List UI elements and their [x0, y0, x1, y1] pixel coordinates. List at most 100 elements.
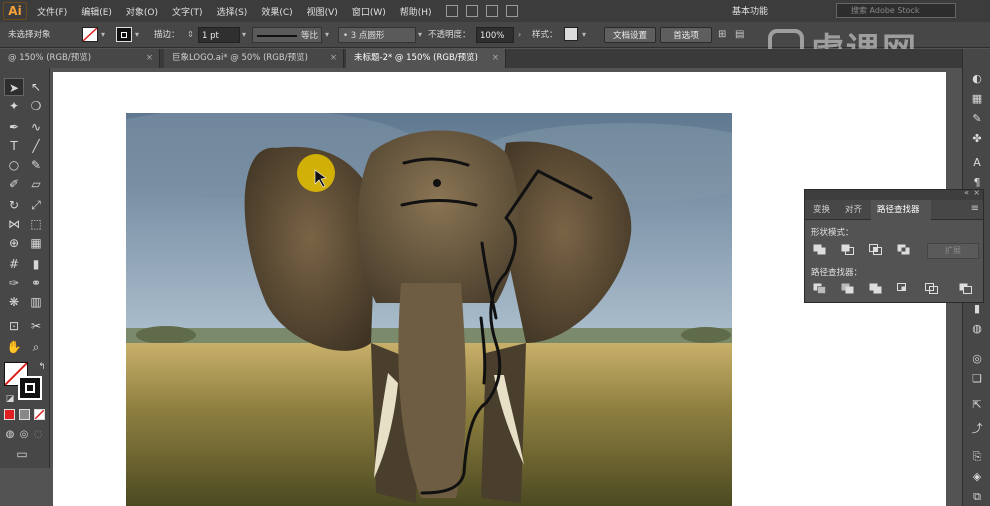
gpu-performance-icon[interactable]	[505, 5, 518, 17]
stroke-color-widget[interactable]	[18, 376, 42, 400]
symbols-panel-icon[interactable]: ✤	[969, 131, 985, 147]
panel-menu-icon[interactable]: ≡	[971, 203, 979, 214]
minus-front-icon[interactable]	[841, 244, 854, 255]
color-mode-icon[interactable]	[4, 409, 15, 420]
draw-inside-icon[interactable]: ◌	[28, 426, 48, 444]
swatches-panel-icon[interactable]: ▦	[969, 91, 985, 107]
swap-fill-stroke-icon[interactable]: ↰	[32, 358, 52, 376]
expand-button[interactable]: 扩展	[927, 243, 979, 259]
scale-tool-icon[interactable]: ⤢	[26, 196, 46, 214]
brush-definition[interactable]: • 3 点圆形	[338, 27, 416, 43]
slice-tool-icon[interactable]: ✂	[26, 317, 46, 335]
hand-tool-icon[interactable]: ✋	[4, 338, 24, 356]
gradient-tool-icon[interactable]: ▮	[26, 255, 46, 273]
tab-align[interactable]: 对齐	[839, 200, 868, 220]
menu-window[interactable]: 窗口(W)	[352, 5, 386, 18]
asset-export-icon[interactable]: ⇱	[969, 397, 985, 413]
opacity-input[interactable]: 100%	[476, 27, 514, 43]
menu-effect[interactable]: 效果(C)	[261, 5, 292, 18]
tab-document-2[interactable]: 巨象LOGO.ai* @ 50% (RGB/预览) ×	[164, 49, 344, 68]
bridge-icon[interactable]	[445, 5, 458, 17]
none-mode-icon[interactable]	[34, 409, 45, 420]
arrange-documents-icon[interactable]	[485, 5, 498, 17]
blend-tool-icon[interactable]: ⚭	[26, 274, 46, 292]
gradient-panel-icon[interactable]: ▮	[969, 301, 985, 317]
opacity-arrow-icon[interactable]: ›	[518, 27, 521, 43]
crop-icon[interactable]	[897, 283, 910, 294]
fill-dropdown-icon[interactable]: ▾	[101, 27, 105, 43]
selection-tool-icon[interactable]: ➤	[4, 78, 24, 96]
profile-dropdown-icon[interactable]: ▾	[325, 27, 329, 43]
mesh-tool-icon[interactable]: #	[4, 255, 24, 273]
stroke-swatch[interactable]	[116, 27, 132, 42]
screen-mode-icon[interactable]: ▭	[12, 445, 32, 463]
intersect-icon[interactable]	[869, 244, 882, 255]
width-tool-icon[interactable]: ⋈	[4, 215, 24, 233]
tab-pathfinder[interactable]: 路径查找器	[871, 200, 931, 220]
fill-swatch[interactable]	[82, 27, 98, 42]
close-icon[interactable]: ×	[146, 49, 153, 68]
elephant-photo[interactable]	[126, 113, 732, 506]
merge-icon[interactable]	[869, 283, 882, 294]
unite-icon[interactable]	[813, 244, 826, 255]
tab-transform[interactable]: 变换	[807, 200, 836, 220]
free-transform-tool-icon[interactable]: ⬚	[26, 215, 46, 233]
stock-icon[interactable]	[465, 5, 478, 17]
menu-type[interactable]: 文字(T)	[172, 5, 203, 18]
export-panel-icon[interactable]: ⤴	[969, 421, 985, 437]
layers-panel-icon[interactable]: ◈	[969, 469, 985, 485]
lasso-tool-icon[interactable]: ❍	[26, 97, 46, 115]
preferences-button[interactable]: 首选项	[660, 27, 712, 43]
transparency-panel-icon[interactable]: ◍	[969, 321, 985, 337]
default-fill-stroke-icon[interactable]: ◪	[0, 390, 20, 408]
menu-file[interactable]: 文件(F)	[37, 5, 67, 18]
minus-back-icon[interactable]	[959, 283, 972, 294]
character-panel-icon[interactable]: A	[969, 155, 985, 171]
workspace-switcher[interactable]: 基本功能	[732, 4, 768, 17]
tab-document-1[interactable]: @ 150% (RGB/预览) ×	[0, 49, 160, 68]
document-setup-button[interactable]: 文档设置	[604, 27, 656, 43]
close-icon[interactable]: ×	[330, 49, 337, 68]
eraser-tool-icon[interactable]: ▱	[26, 175, 46, 193]
zoom-tool-icon[interactable]: ⌕	[26, 338, 46, 356]
stroke-dropdown-icon[interactable]: ▾	[135, 27, 139, 43]
brushes-panel-icon[interactable]: ✎	[969, 111, 985, 127]
appearance-panel-icon[interactable]: ◎	[969, 351, 985, 367]
variable-width-profile[interactable]: 等比	[252, 27, 322, 43]
stroke-weight-input[interactable]: 1 pt	[198, 27, 240, 43]
ellipse-tool-icon[interactable]: ○	[4, 156, 24, 174]
libraries-panel-icon[interactable]: ⎘	[969, 449, 985, 465]
shaper-tool-icon[interactable]: ✐	[4, 175, 24, 193]
column-graph-tool-icon[interactable]: ▥	[26, 293, 46, 311]
rotate-tool-icon[interactable]: ↻	[4, 196, 24, 214]
stock-search-input[interactable]: 搜索 Adobe Stock	[836, 3, 956, 18]
artboard-tool-icon[interactable]: ⊡	[4, 317, 24, 335]
stroke-weight-dropdown-icon[interactable]: ▾	[242, 27, 246, 43]
outline-icon[interactable]	[925, 283, 938, 294]
line-segment-tool-icon[interactable]: ╱	[26, 137, 46, 155]
artboards-panel-icon[interactable]: ⧉	[969, 489, 985, 505]
menu-view[interactable]: 视图(V)	[307, 5, 338, 18]
close-icon[interactable]: ×	[492, 49, 499, 68]
symbol-sprayer-tool-icon[interactable]: ❋	[4, 293, 24, 311]
pen-tool-icon[interactable]: ✒	[4, 118, 24, 136]
paintbrush-tool-icon[interactable]: ✎	[26, 156, 46, 174]
magic-wand-tool-icon[interactable]: ✦	[4, 97, 24, 115]
stroke-stepper-icon[interactable]: ⇕	[187, 27, 194, 43]
tab-document-3[interactable]: 未标题-2* @ 150% (RGB/预览) ×	[346, 49, 506, 68]
color-panel-icon[interactable]: ◐	[969, 71, 985, 87]
divide-icon[interactable]	[813, 283, 826, 294]
eyedropper-tool-icon[interactable]: ✑	[4, 274, 24, 292]
perspective-grid-tool-icon[interactable]: ▦	[26, 234, 46, 252]
exclude-icon[interactable]	[897, 244, 910, 255]
gradient-mode-icon[interactable]	[19, 409, 30, 420]
arrange-icon[interactable]: ▤	[735, 27, 744, 43]
align-options-icon[interactable]: ⊞	[718, 27, 726, 43]
type-tool-icon[interactable]: T	[4, 137, 24, 155]
shape-builder-tool-icon[interactable]: ⊕	[4, 234, 24, 252]
menu-object[interactable]: 对象(O)	[126, 5, 158, 18]
curvature-tool-icon[interactable]: ∿	[26, 118, 46, 136]
menu-edit[interactable]: 编辑(E)	[81, 5, 112, 18]
brush-dropdown-icon[interactable]: ▾	[418, 27, 422, 43]
collapse-icon[interactable]: «	[964, 188, 969, 197]
